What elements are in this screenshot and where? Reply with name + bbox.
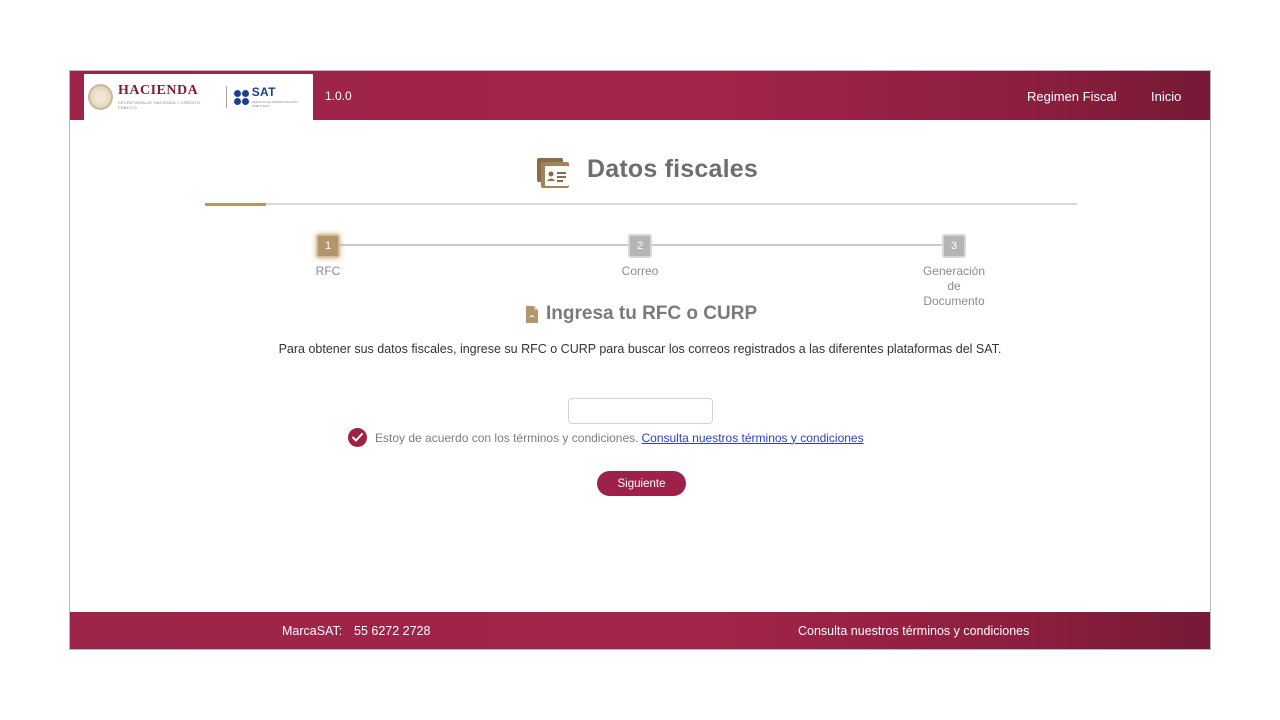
- step-2-label: Correo: [621, 264, 659, 278]
- page-title: Datos fiscales: [587, 155, 758, 183]
- sat-logo-subtext: SERVICIO DE ADMINISTRACIÓN TRIBUTARIA: [251, 100, 298, 108]
- checkmark-icon: [352, 433, 363, 442]
- step-1-indicator[interactable]: 1: [316, 234, 340, 258]
- next-button[interactable]: Siguiente: [597, 471, 686, 496]
- step-3-label-line: de: [947, 279, 961, 293]
- footer-terms-link[interactable]: Consulta nuestros términos y condiciones: [798, 624, 1029, 638]
- terms-checkbox[interactable]: [348, 428, 367, 447]
- step-2-indicator[interactable]: 2: [628, 234, 652, 258]
- title-divider: [205, 203, 1077, 205]
- logo-box[interactable]: HACIENDA SECRETARÍA DE HACIENDA Y CRÉDIT…: [84, 74, 313, 120]
- footer: MarcaSAT: 55 6272 2728 Consulta nuestros…: [70, 612, 1210, 649]
- title-divider-accent: [205, 203, 266, 206]
- step-3-label-line: Documento: [923, 294, 985, 308]
- footer-phone[interactable]: 55 6272 2728: [354, 624, 430, 638]
- footer-marca-label: MarcaSAT:: [282, 624, 343, 638]
- terms-link[interactable]: Consulta nuestros términos y condiciones: [641, 431, 863, 445]
- app-version: 1.0.0: [325, 89, 352, 103]
- sat-logo-text: SAT: [251, 85, 276, 99]
- stepper-line-1: [340, 244, 628, 246]
- sat-logo-icon: [233, 89, 249, 105]
- terms-agreement-text: Estoy de acuerdo con los términos y cond…: [375, 430, 639, 445]
- form-heading: Ingresa tu RFC o CURP: [546, 303, 758, 324]
- nav-regimen-fiscal[interactable]: Regimen Fiscal: [1027, 89, 1117, 104]
- step-1-label: RFC: [315, 264, 341, 278]
- stepper-line-2: [652, 244, 942, 246]
- browser-frame: HACIENDA SECRETARÍA DE HACIENDA Y CRÉDIT…: [69, 70, 1211, 650]
- hacienda-logo-subtext: SECRETARÍA DE HACIENDA Y CRÉDITO PÚBLICO: [117, 100, 201, 110]
- sat-logo: SAT SERVICIO DE ADMINISTRACIÓN TRIBUTARI…: [252, 86, 313, 108]
- mexico-seal-icon: [88, 84, 113, 110]
- step-3-label-line: Generación: [922, 264, 986, 278]
- hacienda-logo: HACIENDA SECRETARÍA DE HACIENDA Y CRÉDIT…: [117, 83, 216, 111]
- step-3-label: Generación de Documento: [909, 264, 999, 309]
- form-instructions: Para obtener sus datos fiscales, ingrese…: [278, 342, 1002, 356]
- step-3-indicator[interactable]: 3: [942, 234, 966, 258]
- id-card-icon: [537, 158, 569, 188]
- top-navbar: HACIENDA SECRETARÍA DE HACIENDA Y CRÉDIT…: [70, 71, 1210, 120]
- logo-divider: [225, 86, 227, 108]
- nav-inicio[interactable]: Inicio: [1151, 89, 1181, 104]
- terms-agreement-row: Estoy de acuerdo con los términos y cond…: [348, 428, 864, 447]
- document-icon: [526, 306, 538, 323]
- rfc-curp-input[interactable]: [568, 398, 713, 424]
- hacienda-logo-text: HACIENDA: [117, 83, 199, 98]
